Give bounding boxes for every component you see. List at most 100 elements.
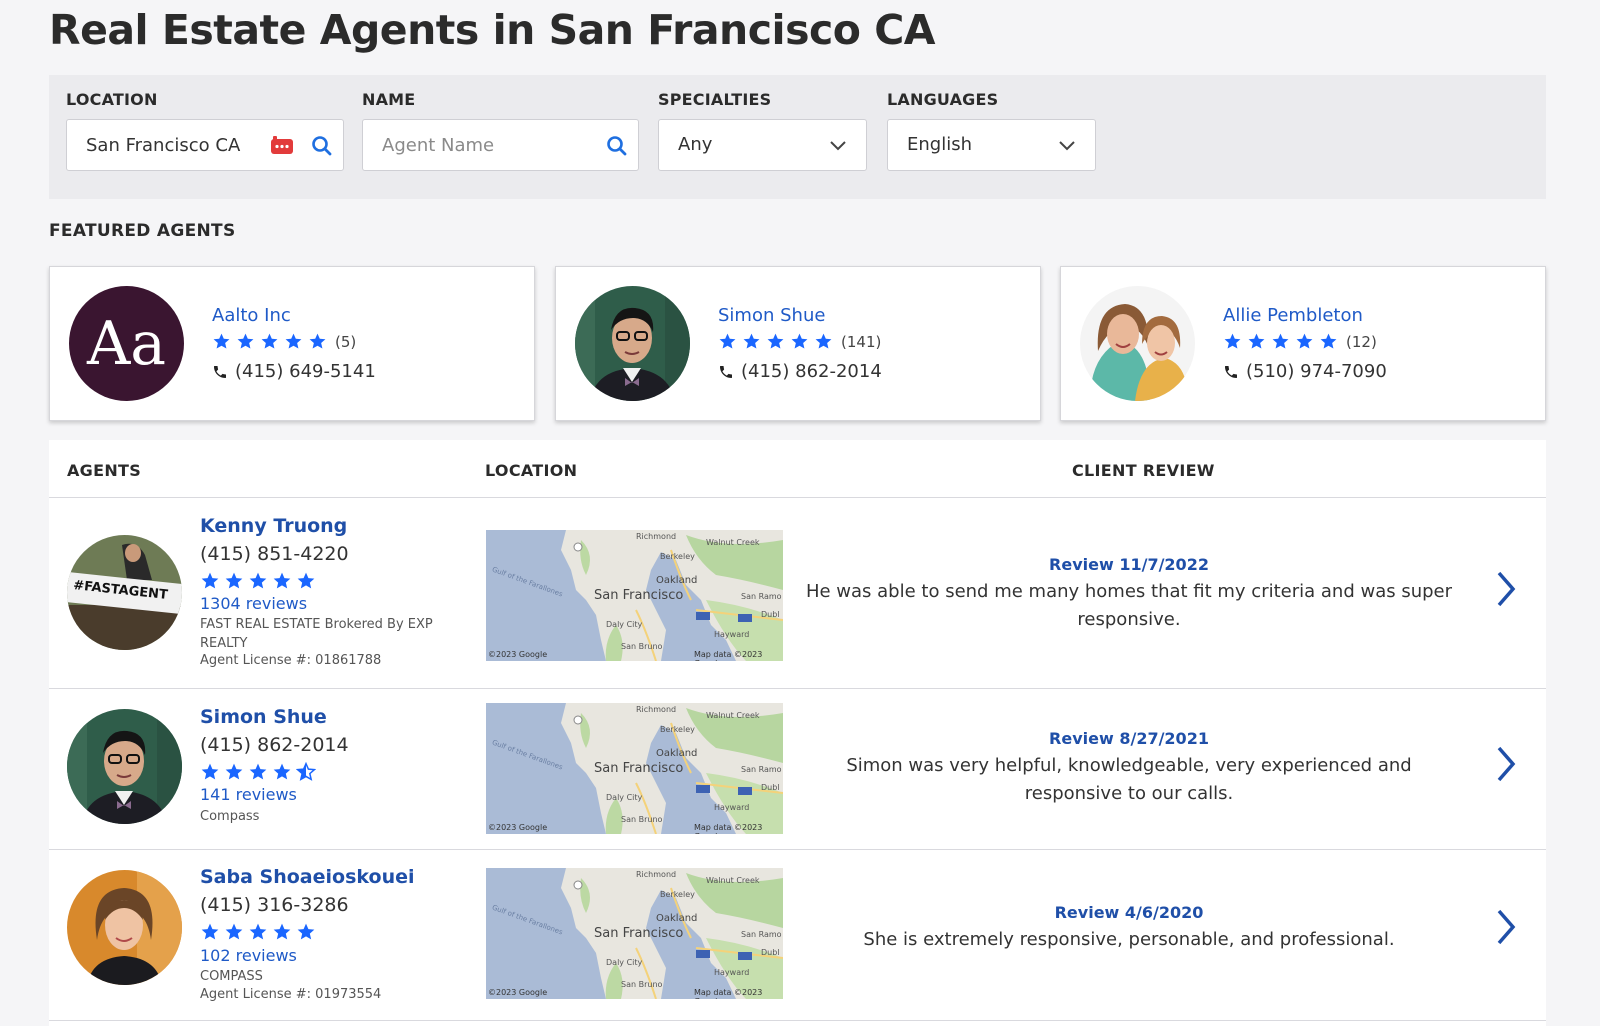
star-icon	[308, 332, 327, 351]
star-icon	[272, 571, 292, 591]
chevron-right-icon[interactable]	[1491, 744, 1519, 784]
brokerage: COMPASS	[200, 969, 263, 984]
divider	[49, 1020, 1546, 1021]
featured-agent-card[interactable]: Aa Aalto Inc (5) (415) 649-5141	[49, 266, 535, 421]
table-row[interactable]: Simon Shue (415) 862-2014 141 reviews Co…	[49, 689, 1546, 849]
star-rating: (12)	[1223, 332, 1377, 351]
filter-bar: LOCATION NAME SPECIALTIES An	[49, 75, 1546, 199]
agent-name-link[interactable]: Allie Pembleton	[1223, 305, 1363, 326]
star-icon	[1247, 332, 1266, 351]
star-icon	[718, 332, 737, 351]
map-label-city: San Francisco	[594, 761, 684, 776]
agent-phone[interactable]: (415) 851-4220	[200, 543, 349, 565]
star-icon	[1295, 332, 1314, 351]
agent-phone[interactable]: (415) 316-3286	[200, 894, 349, 916]
featured-agent-card[interactable]: Allie Pembleton (12) (510) 974-7090	[1060, 266, 1546, 421]
star-icon	[260, 332, 279, 351]
agent-name-link[interactable]: Aalto Inc	[212, 305, 291, 326]
star-icon	[814, 332, 833, 351]
phone-icon	[214, 365, 226, 378]
languages-value: English	[907, 134, 972, 155]
map-label-oakland: Oakland	[656, 575, 698, 586]
star-icon	[766, 332, 785, 351]
review-text: He was able to send me many homes that f…	[805, 581, 1453, 630]
star-icon	[224, 762, 244, 782]
map-label-bruno: San Bruno	[621, 980, 663, 989]
column-header-location: LOCATION	[485, 461, 578, 480]
star-rating	[200, 922, 320, 942]
star-rating: (141)	[718, 332, 881, 351]
avatar-photo	[67, 870, 182, 985]
star-icon	[1271, 332, 1290, 351]
featured-agent-card[interactable]: Simon Shue (141) (415) 862-2014	[555, 266, 1041, 421]
map-label-bruno: San Bruno	[621, 642, 663, 651]
location-map[interactable]: San Francisco Richmond Berkeley Oakland …	[486, 868, 783, 999]
map-label-hayward: Hayward	[714, 630, 750, 639]
reviews-link[interactable]: 1304 reviews	[200, 594, 307, 613]
map-data-credit: Map data ©2023 Google	[694, 988, 763, 999]
phone-icon	[720, 365, 732, 378]
star-icon	[742, 332, 761, 351]
map-label-dubl: Dubl	[761, 610, 780, 619]
location-input[interactable]	[86, 120, 266, 170]
table-row[interactable]: #FASTAGENT Kenny Truong (415) 851-4220 1…	[49, 498, 1546, 688]
agent-phone[interactable]: (510) 974-7090	[1223, 361, 1387, 382]
agent-phone[interactable]: (415) 649-5141	[212, 361, 376, 382]
avatar: #FASTAGENT	[67, 535, 182, 650]
map-label-daly: Daly City	[606, 793, 643, 802]
location-field[interactable]	[66, 119, 344, 171]
brokerage: Compass	[200, 809, 260, 824]
specialties-value: Any	[678, 134, 713, 155]
map-label-berkeley: Berkeley	[660, 725, 695, 734]
star-icon	[284, 332, 303, 351]
star-icon	[1319, 332, 1338, 351]
column-header-agents: AGENTS	[67, 461, 142, 480]
table-row[interactable]: Saba Shoaeioskouei (415) 316-3286 102 re…	[49, 850, 1546, 1026]
agent-phone[interactable]: (415) 862-2014	[718, 361, 882, 382]
chevron-right-icon[interactable]	[1491, 907, 1519, 947]
star-icon	[1223, 332, 1242, 351]
agent-name-input[interactable]	[382, 120, 592, 170]
review-date: Review 4/6/2020	[1054, 903, 1204, 922]
avatar-photo	[1080, 286, 1195, 401]
map-label-hayward: Hayward	[714, 803, 750, 812]
languages-select[interactable]: English	[887, 119, 1096, 171]
map-label-ramon: San Ramo	[741, 592, 782, 601]
avatar-photo	[67, 709, 182, 824]
agent-name-link[interactable]: Saba Shoaeioskouei	[200, 866, 415, 888]
star-icon	[236, 332, 255, 351]
client-review: Review 11/7/2022 He was able to send me …	[799, 555, 1459, 634]
map-label-city: San Francisco	[594, 926, 684, 941]
autofill-icon[interactable]	[270, 134, 294, 158]
map-copyright: ©2023 Google	[488, 823, 548, 832]
agent-name-link[interactable]: Simon Shue	[718, 305, 825, 326]
star-icon	[272, 922, 292, 942]
phone-icon	[1225, 365, 1237, 378]
agent-name-link[interactable]: Kenny Truong	[200, 515, 347, 537]
map-label-north: Richmond	[636, 870, 677, 879]
chevron-right-icon[interactable]	[1491, 569, 1519, 609]
star-rating: (5)	[212, 332, 356, 351]
search-icon[interactable]	[310, 134, 334, 158]
map-label-daly: Daly City	[606, 958, 643, 967]
map-label-north: Richmond	[636, 705, 677, 714]
featured-agents-title: FEATURED AGENTS	[49, 221, 236, 241]
location-map[interactable]: San Francisco Richmond Berkeley Oakland …	[486, 703, 783, 834]
specialties-select[interactable]: Any	[658, 119, 867, 171]
map-data-credit: Map data ©2023 Google	[694, 650, 763, 661]
agent-phone[interactable]: (415) 862-2014	[200, 734, 349, 756]
agent-name-link[interactable]: Simon Shue	[200, 706, 327, 728]
name-field[interactable]	[362, 119, 639, 171]
avatar	[1080, 286, 1195, 401]
map-label-daly: Daly City	[606, 620, 643, 629]
star-icon	[296, 571, 316, 591]
avatar	[575, 286, 690, 401]
map-label-walnut: Walnut Creek	[706, 876, 760, 885]
agent-license: Agent License #: 01861788	[200, 653, 382, 668]
avatar	[67, 709, 182, 824]
location-map[interactable]: San Francisco Richmond Berkeley Oakland …	[486, 530, 783, 661]
star-icon	[200, 922, 220, 942]
reviews-link[interactable]: 141 reviews	[200, 785, 297, 804]
search-icon[interactable]	[605, 134, 629, 158]
reviews-link[interactable]: 102 reviews	[200, 946, 297, 965]
